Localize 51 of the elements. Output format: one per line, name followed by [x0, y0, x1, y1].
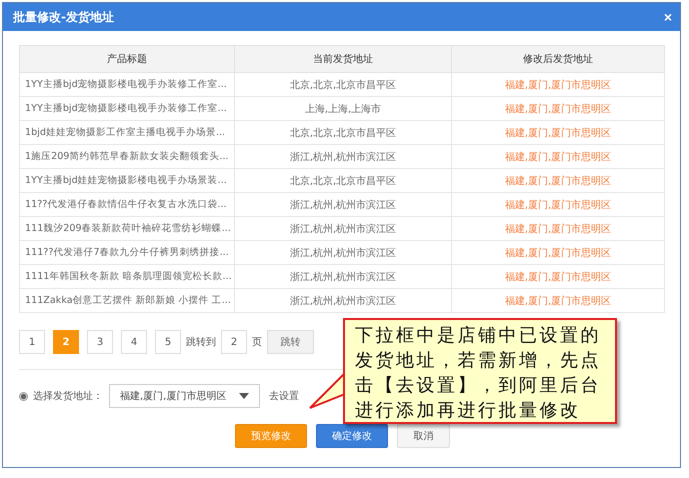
table-cell: 福建,厦门,厦门市思明区 [452, 120, 664, 144]
radio-button[interactable] [19, 392, 28, 400]
table-cell: 福建,厦门,厦门市思明区 [452, 168, 664, 192]
table-cell: 福建,厦门,厦门市思明区 [452, 72, 664, 96]
page-button[interactable]: 4 [121, 330, 147, 354]
table-cell: 111Zakka创意工艺摆件 新郎新娘 小摆件 工... [20, 288, 234, 312]
table-cell: 福建,厦门,厦门市思明区 [452, 144, 664, 168]
table-cell: 浙江,杭州,杭州市滨江区 [234, 240, 452, 264]
settings-link[interactable]: 去设置 [269, 389, 299, 403]
jump-label: 跳转到 [186, 336, 216, 349]
jump-button[interactable]: 跳转 [267, 330, 314, 354]
table-cell: 上海,上海,上海市 [234, 96, 452, 120]
table-cell: 福建,厦门,厦门市思明区 [452, 96, 664, 120]
table-cell: 1施压209简约韩范早春新款女装尖翻领套头... [20, 144, 234, 168]
table-cell: 11??代发港仔春款情侣牛仔衣复古水洗口袋... [20, 192, 234, 216]
page-unit: 页 [252, 336, 262, 349]
page-button[interactable]: 5 [155, 330, 181, 354]
table-cell: 浙江,杭州,杭州市滨江区 [234, 264, 452, 288]
table-cell: 福建,厦门,厦门市思明区 [452, 192, 664, 216]
window-title: 批量修改-发货地址 [13, 8, 114, 26]
callout-box: 下拉框中是店铺中已设置的发货地址，若需新增，先点击【去设置】，到阿里后台进行添加再进行批量修改 [343, 318, 617, 424]
address-dropdown[interactable]: 福建,厦门,厦门市思明区 [109, 384, 260, 408]
table-cell: 浙江,杭州,杭州市滨江区 [234, 192, 452, 216]
table-cell: 福建,厦门,厦门市思明区 [452, 240, 664, 264]
column-header: 当前发货地址 [234, 46, 452, 72]
table-cell: 1YY主播bjd宠物摄影楼电视手办装修工作室... [20, 72, 234, 96]
table-cell: 111??代发港仔7春款九分牛仔裤男刺绣拼接... [20, 240, 234, 264]
table-cell: 北京,北京,北京市昌平区 [234, 72, 452, 96]
column-header: 产品标题 [20, 46, 234, 72]
page-button[interactable]: 1 [19, 330, 45, 354]
table-cell: 福建,厦门,厦门市思明区 [452, 216, 664, 240]
close-button[interactable]: × [664, 9, 672, 25]
table-cell: 福建,厦门,厦门市思明区 [452, 288, 664, 312]
page-input[interactable]: 2 [221, 330, 247, 354]
table-cell: 福建,厦门,厦门市思明区 [452, 264, 664, 288]
address-label: 选择发货地址： [33, 390, 103, 403]
table-cell: 1YY主播bjd宠物摄影楼电视手办装修工作室... [20, 96, 234, 120]
table-cell: 北京,北京,北京市昌平区 [234, 168, 452, 192]
table-cell: 浙江,杭州,杭州市滨江区 [234, 144, 452, 168]
table-cell: 浙江,杭州,杭州市滨江区 [234, 288, 452, 312]
table-cell: 北京,北京,北京市昌平区 [234, 120, 452, 144]
table-cell: 1111年韩国秋冬新款 暗条肌理圆领宽松长款... [20, 264, 234, 288]
table-cell: 1bjd娃娃宠物摄影工作室主播电视手办场景... [20, 120, 234, 144]
action-button[interactable]: 确定修改 [316, 424, 388, 448]
table-cell: 1YY主播bjd娃娃宠物摄影楼电视手办场景装... [20, 168, 234, 192]
action-button[interactable]: 取消 [397, 424, 450, 448]
page-button[interactable]: 3 [87, 330, 113, 354]
table-cell: 浙江,杭州,杭州市滨江区 [234, 216, 452, 240]
table-cell: 111魏汐209春装新款荷叶袖碎花雪纺衫蝴蝶... [20, 216, 234, 240]
column-header: 修改后发货地址 [452, 46, 664, 72]
caret-icon [239, 393, 249, 399]
